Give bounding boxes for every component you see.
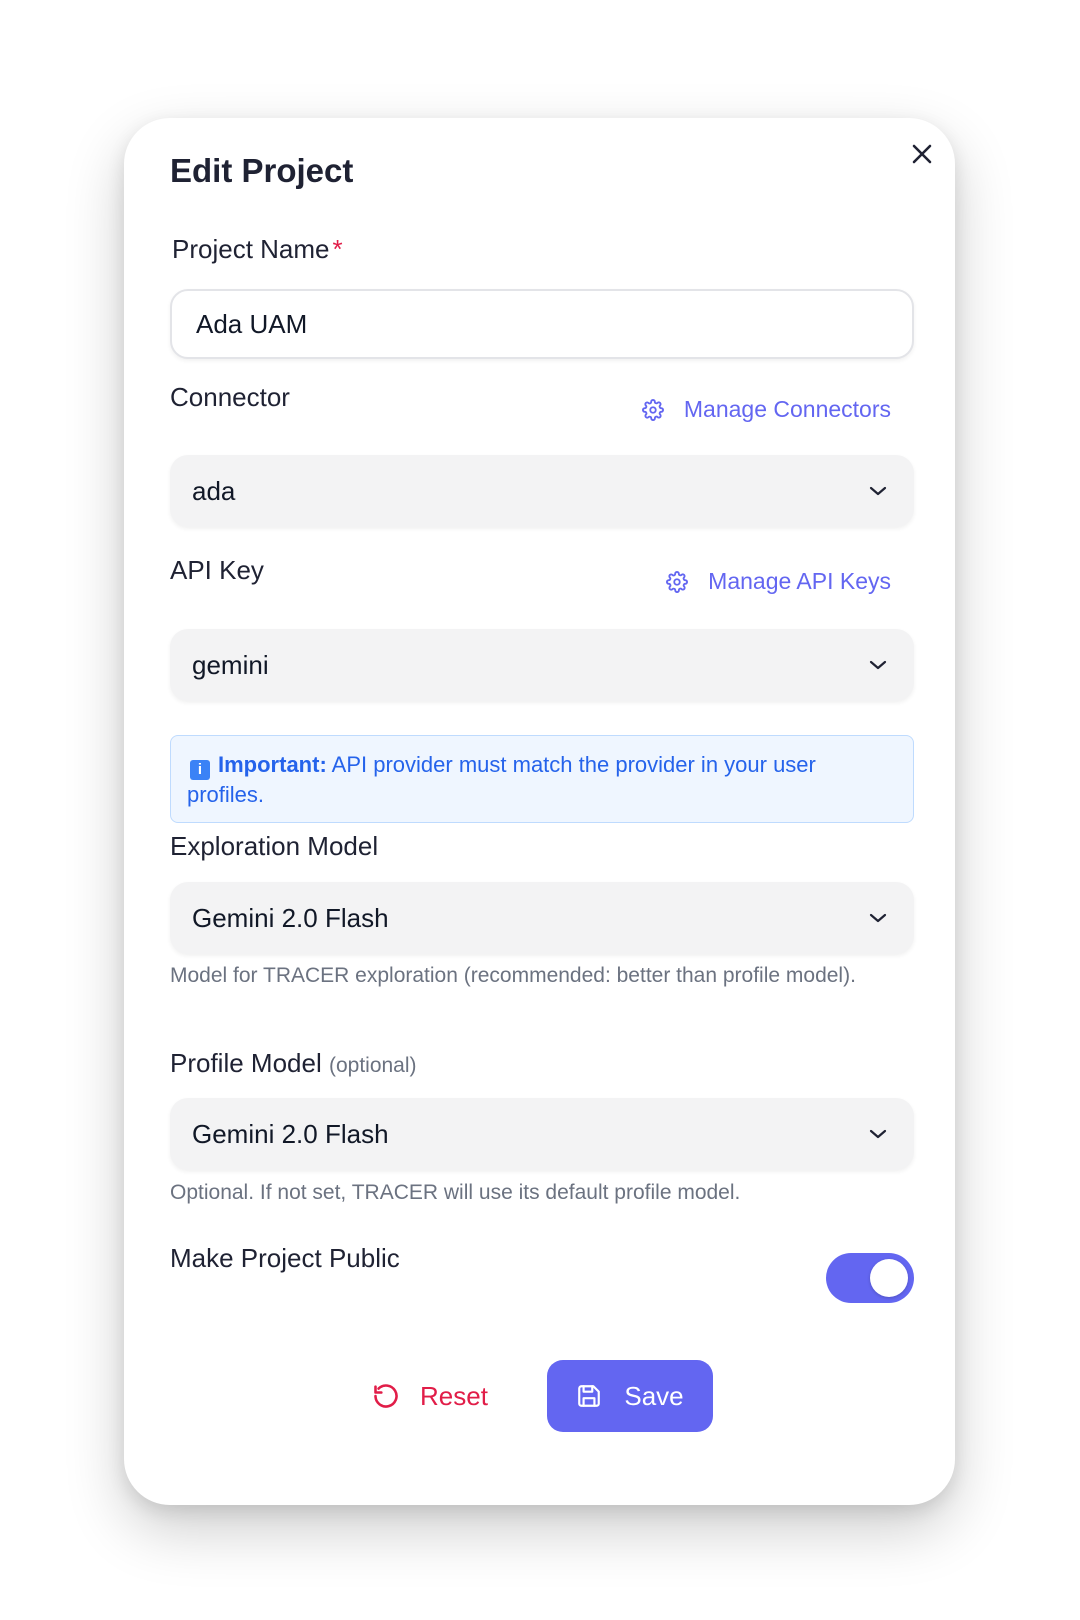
save-button[interactable]: Save <box>547 1360 713 1432</box>
manage-connectors-label: Manage Connectors <box>683 396 891 422</box>
info-icon: i <box>190 760 210 780</box>
toggle-knob <box>870 1259 908 1297</box>
project-name-input[interactable] <box>170 289 914 359</box>
make-public-label: Make Project Public <box>170 1243 400 1273</box>
chevron-down-icon <box>869 486 887 496</box>
chevron-down-icon <box>869 660 887 670</box>
profile-model-selected-value: Gemini 2.0 Flash <box>192 1118 389 1149</box>
profile-model-label-text: Profile Model <box>170 1048 322 1078</box>
edit-project-dialog: Edit Project Project Name* Connector Man… <box>124 118 955 1505</box>
api-key-select[interactable]: gemini <box>170 629 914 701</box>
dialog-title: Edit Project <box>170 152 354 189</box>
chevron-down-icon <box>869 913 887 923</box>
close-icon <box>912 144 932 164</box>
reset-button[interactable]: Reset <box>372 1360 488 1432</box>
profile-model-help: Optional. If not set, TRACER will use it… <box>170 1181 741 1204</box>
manage-api-keys-label: Manage API Keys <box>708 568 891 594</box>
make-public-toggle[interactable] <box>826 1253 914 1303</box>
exploration-model-label: Exploration Model <box>170 831 379 861</box>
manage-api-keys-link[interactable]: Manage API Keys <box>666 568 891 595</box>
gear-icon <box>641 398 664 421</box>
notice-title: Important: <box>218 752 327 777</box>
reset-label: Reset <box>420 1380 488 1411</box>
api-key-label: API Key <box>170 555 264 585</box>
close-button[interactable] <box>906 138 938 170</box>
gear-icon <box>666 570 689 593</box>
exploration-model-selected-value: Gemini 2.0 Flash <box>192 902 389 933</box>
chevron-down-icon <box>869 1129 887 1139</box>
required-marker: * <box>332 234 343 264</box>
manage-connectors-link[interactable]: Manage Connectors <box>641 396 891 423</box>
connector-selected-value: ada <box>192 475 236 506</box>
exploration-model-help: Model for TRACER exploration (recommende… <box>170 964 856 987</box>
project-name-label: Project Name * <box>172 234 343 265</box>
project-name-label-text: Project Name <box>172 234 330 264</box>
save-label: Save <box>624 1380 684 1411</box>
undo-icon <box>374 1384 398 1408</box>
floppy-disk-icon <box>578 1385 601 1407</box>
connector-label: Connector <box>170 382 290 412</box>
api-key-selected-value: gemini <box>192 649 269 680</box>
optional-tag: (optional) <box>328 1054 417 1077</box>
profile-model-select[interactable]: Gemini 2.0 Flash <box>170 1098 914 1170</box>
exploration-model-select[interactable]: Gemini 2.0 Flash <box>170 882 914 954</box>
profile-model-label: Profile Model (optional) <box>170 1048 417 1079</box>
provider-notice: i Important: API provider must match the … <box>170 735 914 823</box>
connector-select[interactable]: ada <box>170 455 914 527</box>
